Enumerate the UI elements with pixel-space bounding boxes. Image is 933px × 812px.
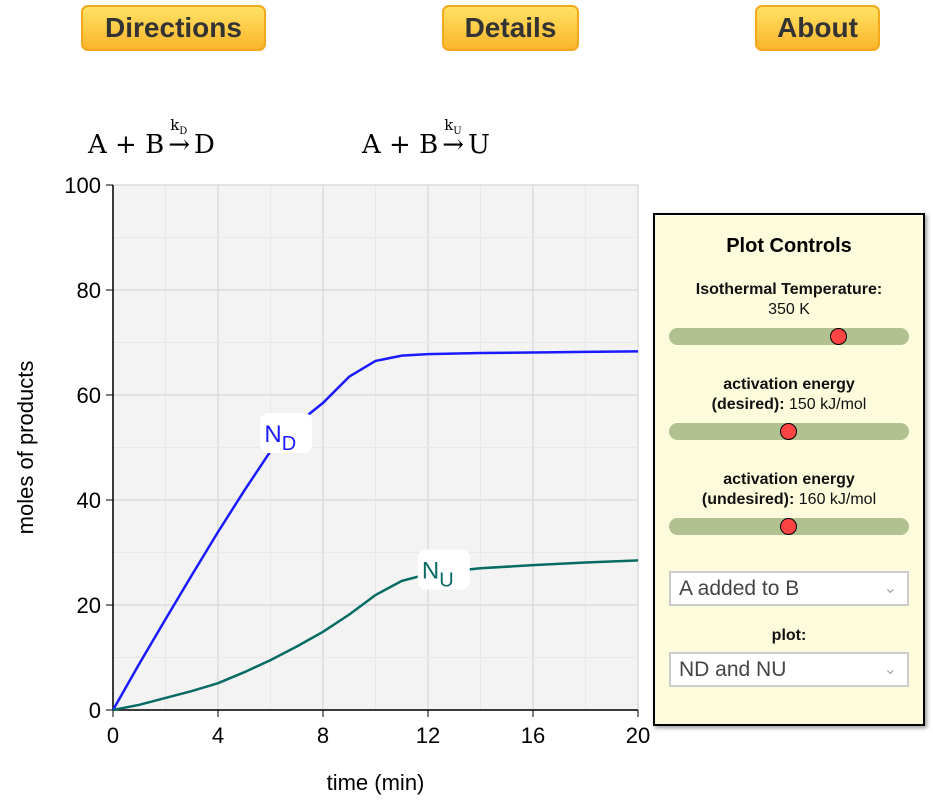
x-tick-label: 8 xyxy=(317,723,329,748)
temperature-value: 350 K xyxy=(768,301,810,318)
chevron-down-icon: ⌄ xyxy=(883,580,897,597)
ea-undesired-slider[interactable] xyxy=(669,517,909,535)
ea-desired-slider[interactable] xyxy=(669,422,909,440)
y-tick-label: 60 xyxy=(77,383,101,408)
y-tick-label: 80 xyxy=(77,278,101,303)
x-tick-label: 4 xyxy=(212,723,224,748)
ea-desired-label: activation energy xyxy=(723,376,855,393)
panel-title: Plot Controls xyxy=(726,235,852,257)
plot-select[interactable]: ND and NU ⌄ xyxy=(669,652,909,687)
temperature-label: Isothermal Temperature: xyxy=(695,281,883,298)
ea-desired-label2: (desired): xyxy=(711,396,785,413)
x-tick-label: 20 xyxy=(626,723,650,748)
x-tick-label: 0 xyxy=(107,723,119,748)
ea-undesired-label: activation energy xyxy=(723,471,855,488)
select-value: ND and NU xyxy=(679,658,787,681)
slider-knob[interactable] xyxy=(780,422,797,440)
ea-undesired-value: 160 kJ/mol xyxy=(798,491,877,508)
y-tick-label: 100 xyxy=(64,173,101,198)
ea-undesired-label2: (undesired): xyxy=(701,491,795,508)
x-tick-label: 16 xyxy=(521,723,545,748)
y-tick-label: 0 xyxy=(89,698,101,723)
series-label-sub: D xyxy=(282,433,296,455)
select-value: A added to B xyxy=(679,577,800,600)
chevron-down-icon: ⌄ xyxy=(883,661,897,678)
y-tick-label: 40 xyxy=(77,488,101,513)
y-tick-label: 20 xyxy=(77,593,101,618)
slider-knob[interactable] xyxy=(780,517,797,535)
addition-mode-select[interactable]: A added to B ⌄ xyxy=(669,571,909,606)
temperature-slider[interactable] xyxy=(669,327,909,345)
x-tick-label: 12 xyxy=(416,723,440,748)
series-label-sub: U xyxy=(439,570,453,592)
plot-label: plot: xyxy=(771,627,807,644)
plot-controls-panel: Plot Controls Isothermal Temperature: 350… xyxy=(653,213,925,726)
slider-knob[interactable] xyxy=(830,327,848,345)
ea-desired-value: 150 kJ/mol xyxy=(788,396,867,413)
y-axis-label: moles of products xyxy=(13,361,38,535)
x-axis-label: time (min) xyxy=(327,770,425,795)
